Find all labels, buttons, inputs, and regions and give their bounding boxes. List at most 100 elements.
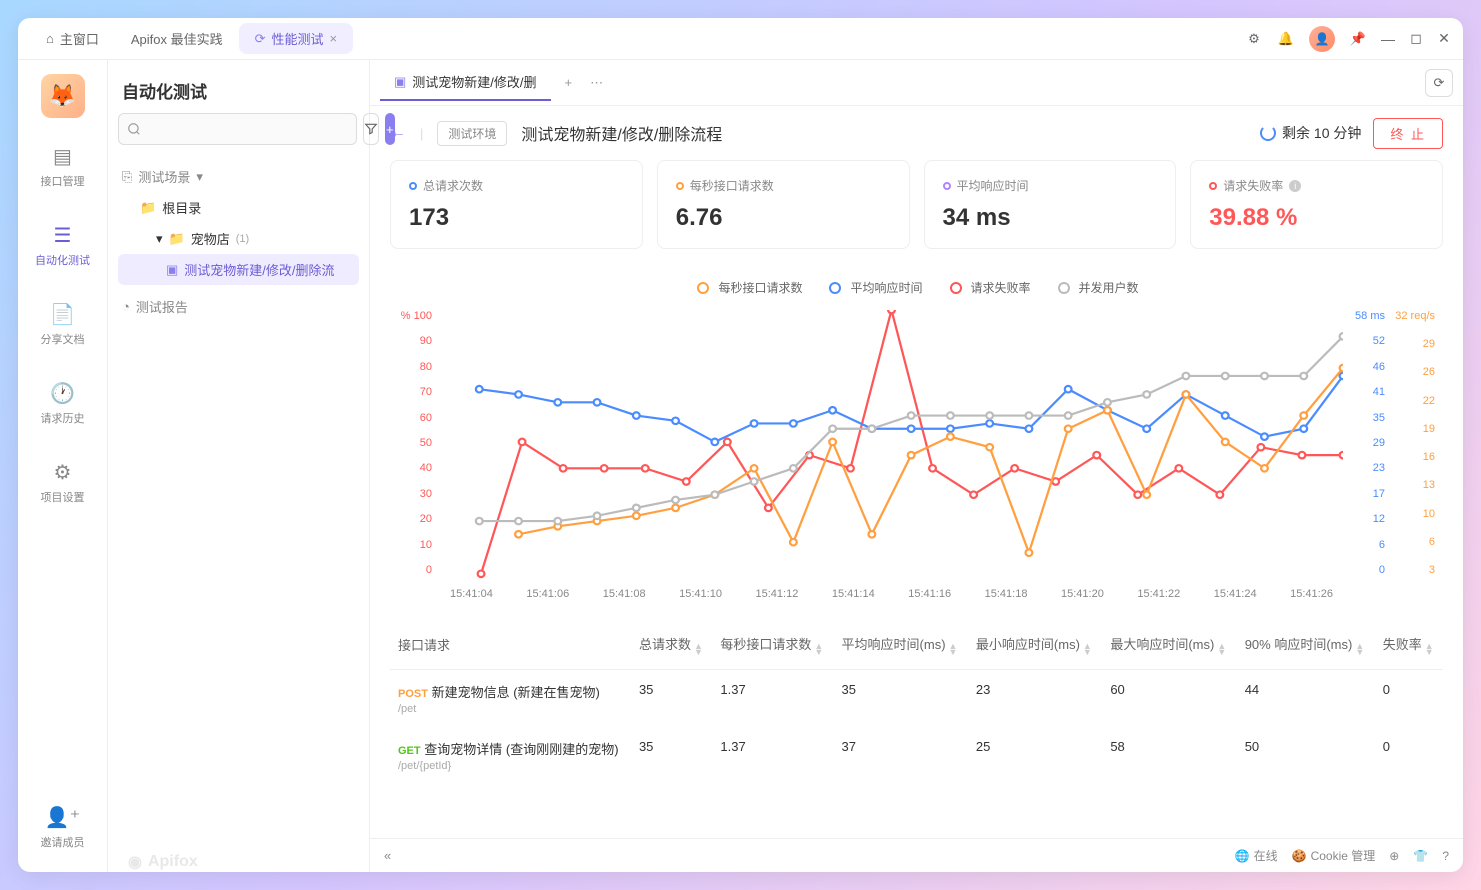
tree-scenario-selected[interactable]: ▣ 测试宠物新建/修改/删除流 [118,254,359,285]
pin-icon[interactable]: 📌 [1349,30,1367,48]
cookie-mgmt[interactable]: 🍪Cookie 管理 [1292,847,1376,864]
env-tag[interactable]: 测试环境 [437,121,507,146]
tab-main-window[interactable]: ⌂ 主窗口 [30,23,115,54]
col-header[interactable]: 总请求数▲▼ [631,620,712,670]
sort-icon[interactable]: ▲▼ [1425,643,1434,655]
help-icon[interactable]: ? [1442,849,1449,863]
tab-perf-test[interactable]: ⟳ 性能测试 × [239,23,354,54]
collapse-button[interactable]: « [384,848,391,863]
legend-item[interactable]: 每秒接口请求数 [694,279,802,296]
doc-icon: 📄 [50,302,75,327]
cell: 35 [631,727,712,784]
legend-item[interactable]: 请求失败率 [947,279,1031,296]
sort-icon[interactable]: ▲▼ [949,643,958,655]
col-header[interactable]: 90% 响应时间(ms)▲▼ [1237,620,1375,670]
col-header[interactable]: 最小响应时间(ms)▲▼ [968,620,1102,670]
page-tab-label: 测试宠物新建/修改/删 [412,72,536,91]
nav-settings[interactable]: ⚙项目设置 [18,452,107,513]
col-header[interactable]: 接口请求 [390,620,631,670]
maximize-button[interactable]: ◻ [1409,32,1423,46]
titlebar: ⌂ 主窗口 Apifox 最佳实践 ⟳ 性能测试 × ⚙ 🔔 👤 📌 — ◻ ✕ [18,18,1463,60]
table-row[interactable]: GET 查询宠物详情 (查询刚刚建的宠物)/pet/{petId} 351.37… [390,727,1443,784]
info-icon[interactable]: i [1289,180,1301,192]
tree-section-head[interactable]: ⎘ 测试场景 ▾ [118,161,359,192]
dot-icon [943,182,951,190]
sort-icon[interactable]: ▲▼ [1217,643,1226,655]
nav-history[interactable]: 🕐请求历史 [18,373,107,434]
report-icon: ◔ [122,299,130,314]
cell: 58 [1102,727,1236,784]
chevron-down-icon: ▾ [196,169,203,185]
close-button[interactable]: ✕ [1437,32,1451,46]
bell-icon[interactable]: 🔔 [1277,30,1295,48]
loading-icon: ⟳ [255,31,266,47]
stat-value: 34 ms [943,204,1158,232]
chevron-down-icon: ▾ [156,231,163,247]
col-header[interactable]: 每秒接口请求数▲▼ [712,620,833,670]
stat-card: 请求失败率i 39.88 % [1190,160,1443,249]
scenario-icon: ▣ [394,74,406,90]
breadcrumb: ← | 测试环境 测试宠物新建/修改/删除流程 剩余 10 分钟 终 止 [370,106,1463,160]
scenario-icon: ⎘ [122,169,132,185]
cell: 25 [968,727,1102,784]
page-tab[interactable]: ▣ 测试宠物新建/修改/删 [380,64,551,101]
results-table: 接口请求总请求数▲▼每秒接口请求数▲▼平均响应时间(ms)▲▼最小响应时间(ms… [390,620,1443,784]
stat-card: 每秒接口请求数 6.76 [657,160,910,249]
cell: 44 [1237,670,1375,728]
nav-share-docs[interactable]: 📄分享文档 [18,294,107,355]
chart: 每秒接口请求数平均响应时间请求失败率并发用户数 % 10090807060504… [390,269,1443,600]
back-button[interactable]: ← [390,124,406,142]
col-header[interactable]: 最大响应时间(ms)▲▼ [1102,620,1236,670]
home-icon: ⌂ [46,31,54,46]
gear-icon[interactable]: ⚙ [1245,30,1263,48]
footer-icon-1[interactable]: ⊕ [1389,849,1399,863]
search-input[interactable] [118,113,357,145]
cell: 35 [834,670,968,728]
close-icon[interactable]: × [330,31,338,46]
stat-card: 总请求次数 173 [390,160,643,249]
col-header[interactable]: 平均响应时间(ms)▲▼ [834,620,968,670]
minimize-button[interactable]: — [1381,32,1395,46]
sidebar-title: 自动化测试 [108,60,369,113]
legend-marker-icon [947,284,965,292]
footer-icon-2[interactable]: 👕 [1413,849,1428,863]
col-header[interactable]: 失败率▲▼ [1375,620,1443,670]
api-path: /pet/{petId} [398,760,623,772]
page-tab-bar: ▣ 测试宠物新建/修改/删 + ⋯ ⟳ [370,60,1463,106]
refresh-button[interactable]: ⟳ [1425,69,1453,97]
navbar: 🦊 ▤接口管理 ☰自动化测试 📄分享文档 🕐请求历史 ⚙项目设置 👤⁺邀请成员 [18,60,108,872]
cell: 23 [968,670,1102,728]
legend-marker-icon [694,284,712,292]
legend-item[interactable]: 平均响应时间 [826,279,922,296]
online-status[interactable]: 🌐在线 [1235,847,1278,864]
time-remaining: 剩余 10 分钟 [1260,123,1361,143]
tree-reports[interactable]: ◔ 测试报告 [118,291,359,322]
cell: 1.37 [712,670,833,728]
more-button[interactable]: ⋯ [590,75,603,91]
tab-best-practice[interactable]: Apifox 最佳实践 [115,23,239,54]
nav-invite[interactable]: 👤⁺邀请成员 [18,797,107,858]
sort-icon[interactable]: ▲▼ [694,643,703,655]
cell: 35 [631,670,712,728]
avatar[interactable]: 👤 [1309,26,1335,52]
nav-api-mgmt[interactable]: ▤接口管理 [18,136,107,197]
tree-root[interactable]: 📁 根目录 [118,192,359,223]
nav-automation[interactable]: ☰自动化测试 [18,215,107,276]
stat-card: 平均响应时间 34 ms [924,160,1177,249]
cell: 60 [1102,670,1236,728]
add-tab-button[interactable]: + [565,75,573,91]
folder-icon: 📁 [169,231,185,247]
legend-item[interactable]: 并发用户数 [1055,279,1139,296]
tree-petstore[interactable]: ▾ 📁 宠物店 (1) [118,223,359,254]
logo-icon: ◉ [128,852,142,872]
dot-icon [409,182,417,190]
table-row[interactable]: POST 新建宠物信息 (新建在售宠物)/pet 351.37352360440 [390,670,1443,728]
api-path: /pet [398,703,623,715]
api-name: 新建宠物信息 (新建在售宠物) [432,685,600,700]
legend-marker-icon [1055,284,1073,292]
sort-icon[interactable]: ▲▼ [1083,643,1092,655]
stop-button[interactable]: 终 止 [1373,118,1443,149]
sort-icon[interactable]: ▲▼ [1355,643,1364,655]
sort-icon[interactable]: ▲▼ [814,643,823,655]
tab-label: Apifox 最佳实践 [131,29,223,48]
